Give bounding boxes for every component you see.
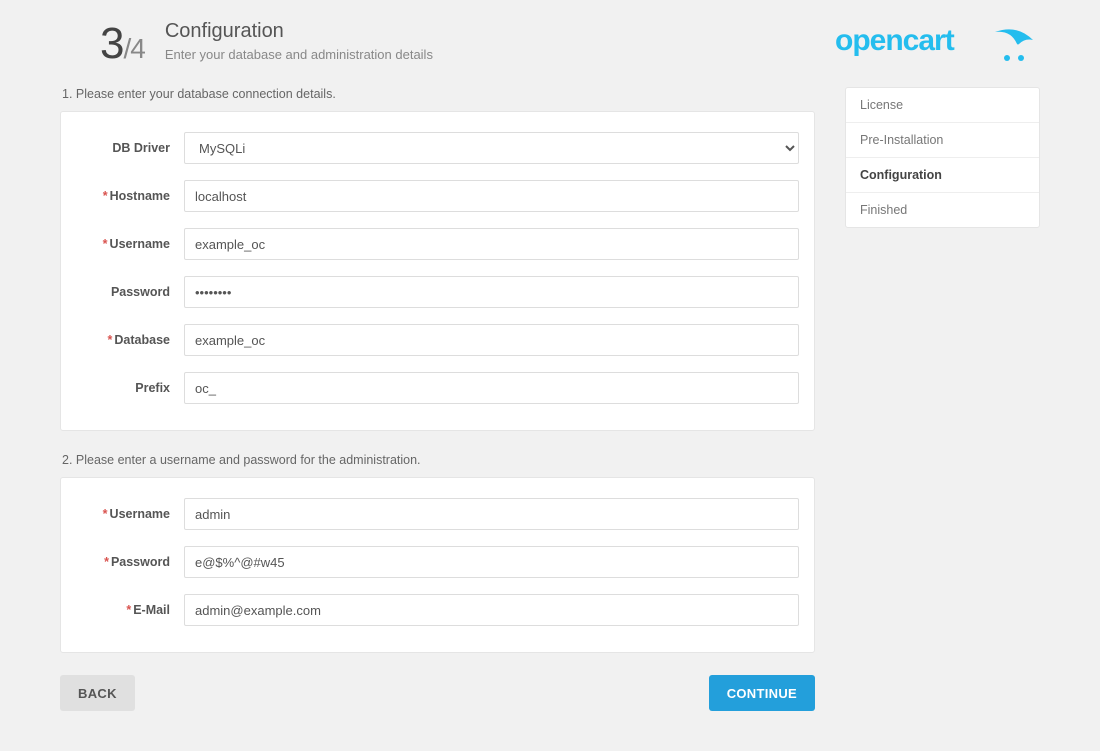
db-username-input[interactable] [184, 228, 799, 260]
admin-password-label: Password [111, 555, 170, 569]
continue-button[interactable]: CONTINUE [709, 675, 815, 711]
db-password-label: Password [76, 285, 184, 299]
db-password-input[interactable] [184, 276, 799, 308]
prefix-input[interactable] [184, 372, 799, 404]
opencart-logo: opencart [835, 20, 1040, 67]
sidebar-item-license[interactable]: License [846, 88, 1039, 123]
required-marker: * [103, 189, 108, 203]
step-text: Configuration Enter your database and ad… [165, 20, 433, 62]
back-button[interactable]: BACK [60, 675, 135, 711]
step-indicator: 3/4 [100, 22, 145, 66]
section2-title: 2. Please enter a username and password … [62, 453, 815, 467]
database-label: Database [114, 333, 170, 347]
database-panel: DB Driver MySQLi *Hostname *Username [60, 111, 815, 431]
step-total: /4 [123, 33, 144, 64]
required-marker: * [103, 507, 108, 521]
page-subtitle: Enter your database and administration d… [165, 47, 433, 62]
db-driver-select[interactable]: MySQLi [184, 132, 799, 164]
admin-panel: *Username *Password *E-Mail [60, 477, 815, 653]
admin-username-label: Username [110, 507, 170, 521]
required-marker: * [103, 237, 108, 251]
required-marker: * [126, 603, 131, 617]
required-marker: * [104, 555, 109, 569]
hostname-label: Hostname [110, 189, 170, 203]
admin-username-input[interactable] [184, 498, 799, 530]
sidebar-item-finished[interactable]: Finished [846, 193, 1039, 227]
db-driver-label: DB Driver [76, 141, 184, 155]
database-input[interactable] [184, 324, 799, 356]
admin-email-label: E-Mail [133, 603, 170, 617]
steps-sidebar: License Pre-Installation Configuration F… [845, 87, 1040, 228]
svg-text:opencart: opencart [835, 24, 955, 57]
required-marker: * [108, 333, 113, 347]
hostname-input[interactable] [184, 180, 799, 212]
sidebar-item-configuration[interactable]: Configuration [846, 158, 1039, 193]
sidebar-item-preinstallation[interactable]: Pre-Installation [846, 123, 1039, 158]
admin-password-input[interactable] [184, 546, 799, 578]
page-header: 3/4 Configuration Enter your database an… [100, 20, 1040, 67]
prefix-label: Prefix [76, 381, 184, 395]
admin-email-input[interactable] [184, 594, 799, 626]
section1-title: 1. Please enter your database connection… [62, 87, 815, 101]
page-title: Configuration [165, 20, 433, 43]
step-current: 3 [100, 19, 123, 68]
db-username-label: Username [110, 237, 170, 251]
